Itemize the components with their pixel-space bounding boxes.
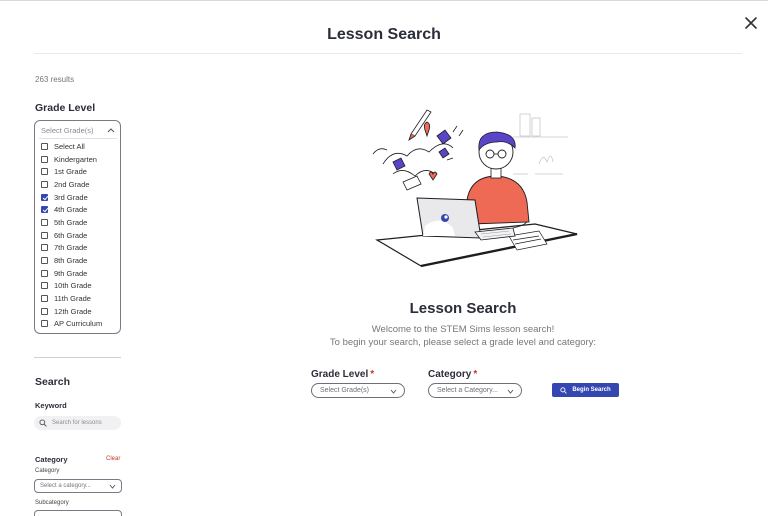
grade-option-label: Kindergarten [54, 154, 97, 164]
grade-checkbox[interactable] [41, 244, 48, 252]
clear-link[interactable]: Clear [106, 456, 120, 462]
welcome-text: Welcome to the STEM Sims lesson search! [371, 324, 555, 335]
close-icon[interactable] [744, 16, 758, 30]
grade-option-label: 7th Grade [54, 243, 88, 253]
grade-checkbox[interactable] [41, 206, 48, 214]
main-title: Lesson Search [409, 300, 517, 317]
grade-dropdown-placeholder: Select Grade(s) [41, 126, 94, 135]
grade-level-field-label: Grade Level * [311, 369, 374, 380]
grade-option[interactable]: 7th Grade [41, 242, 119, 255]
grade-option[interactable]: 1st Grade [41, 165, 119, 178]
sidebar-divider [34, 357, 121, 358]
instruction-text: To begin your search, please select a gr… [329, 337, 597, 348]
grade-checkbox[interactable] [41, 180, 48, 188]
grade-checkbox[interactable] [41, 193, 48, 201]
chevron-down-icon [109, 484, 116, 489]
grade-checkbox[interactable] [41, 218, 48, 226]
search-heading: Search [35, 376, 71, 388]
grade-checkbox[interactable] [41, 269, 48, 277]
title-divider [34, 53, 742, 54]
begin-search-label: Begin Search [572, 387, 611, 393]
category-main-select-value: Select a Category... [437, 387, 498, 394]
grade-checkbox[interactable] [41, 257, 48, 265]
subcategory-label: Subcategory [35, 500, 69, 506]
grade-option[interactable]: 9th Grade [41, 267, 119, 280]
grade-option[interactable]: 4th Grade [41, 203, 119, 216]
grade-option-label: 5th Grade [54, 217, 88, 227]
grade-level-label-text: Grade Level [311, 369, 369, 380]
search-icon [39, 419, 47, 427]
grade-option-label: 3rd Grade [54, 192, 88, 202]
subcategory-select[interactable] [34, 510, 122, 516]
required-asterisk: * [370, 369, 375, 380]
grade-option[interactable]: 10th Grade [41, 280, 119, 293]
chevron-up-icon [107, 127, 115, 133]
grade-option-label: 1st Grade [54, 167, 87, 177]
category-label: Category [35, 468, 60, 474]
grade-option-label: 9th Grade [54, 268, 88, 278]
grade-option[interactable]: Select All [41, 140, 119, 153]
search-icon [560, 386, 568, 394]
grade-option-label: 6th Grade [54, 230, 88, 240]
grade-checkbox[interactable] [41, 168, 48, 176]
category-field-label: Category * [428, 369, 477, 380]
grade-option-label: 10th Grade [54, 281, 92, 291]
required-asterisk: * [473, 369, 478, 380]
grade-dropdown-divider [39, 138, 117, 139]
category-heading: Category [35, 455, 68, 464]
top-border [0, 0, 768, 1]
category-select[interactable]: Select a category... [34, 479, 122, 493]
grade-checkbox[interactable] [41, 155, 48, 163]
keyword-search-input[interactable]: Search for lessons [34, 416, 121, 430]
grade-option-label: 4th Grade [54, 205, 88, 215]
results-count: 263 results [35, 75, 75, 84]
category-main-select[interactable]: Select a Category... [428, 383, 522, 398]
student-laptop-illustration [363, 104, 585, 270]
grade-level-select[interactable]: Select Grade(s) [311, 383, 405, 398]
grade-option-label: Select All [54, 141, 85, 151]
category-label-text: Category [428, 369, 472, 380]
grade-option-label: 8th Grade [54, 256, 88, 266]
grade-level-select-value: Select Grade(s) [320, 387, 370, 394]
grade-checkbox[interactable] [41, 142, 48, 150]
keyword-placeholder: Search for lessons [52, 420, 102, 426]
grade-option[interactable]: 6th Grade [41, 229, 119, 242]
grade-checkbox[interactable] [41, 282, 48, 290]
keyword-label: Keyword [35, 401, 67, 410]
grade-checkbox[interactable] [41, 231, 48, 239]
grade-option[interactable]: 8th Grade [41, 254, 119, 267]
grade-option[interactable]: 5th Grade [41, 216, 119, 229]
chevron-down-icon [390, 389, 397, 394]
grade-option[interactable]: 2nd Grade [41, 178, 119, 191]
grade-option-label: 2nd Grade [54, 179, 90, 189]
begin-search-button[interactable]: Begin Search [552, 383, 619, 397]
category-select-value: Select a category... [40, 483, 91, 489]
grade-option[interactable]: 3rd Grade [41, 191, 119, 204]
modal-title: Lesson Search [327, 26, 441, 43]
grade-dropdown-header[interactable]: Select Grade(s) [41, 126, 115, 136]
chevron-down-icon [507, 389, 514, 394]
grade-option[interactable]: Kindergarten [41, 153, 119, 166]
grade-level-heading: Grade Level [35, 102, 96, 114]
